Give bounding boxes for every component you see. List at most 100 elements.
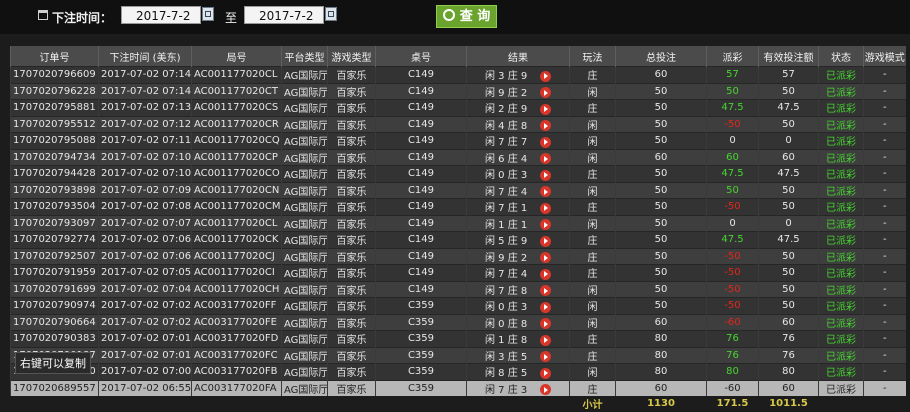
- column-header[interactable]: 平台类型: [281, 46, 328, 67]
- total-bet-cell: 50: [615, 247, 707, 265]
- play-icon[interactable]: [539, 351, 551, 363]
- bet-time-label: 下注时间：: [52, 11, 113, 25]
- from-date-picker-icon[interactable]: [202, 7, 214, 21]
- bet-time-cell: 2017-07-02 07:06: [98, 231, 192, 248]
- game-type-cell: 百家乐: [327, 280, 376, 298]
- table-row[interactable]: 1707020796228 2017-07-02 07:14 AC001177020…: [10, 82, 906, 100]
- order-id-cell: 1707020790383: [10, 330, 99, 347]
- column-header[interactable]: 总投注: [615, 46, 707, 67]
- table-row[interactable]: 1707020795881 2017-07-02 07:13 AC001177020…: [10, 99, 906, 116]
- status-cell: 已派彩: [818, 198, 864, 215]
- bet-time-cell: 2017-07-02 07:02: [98, 313, 192, 331]
- total-bet-cell: 50: [615, 231, 707, 248]
- bet-time-cell: 2017-07-02 07:04: [98, 280, 192, 298]
- play-icon[interactable]: [539, 367, 551, 379]
- table-row[interactable]: 1707020791699 2017-07-02 07:04 AC001177020…: [10, 280, 906, 298]
- table-row[interactable]: 1707020794734 2017-07-02 07:10 AC001177020…: [10, 148, 906, 166]
- table-number-cell: C149: [375, 66, 467, 83]
- round-id-cell: AC001177020CT: [191, 82, 282, 100]
- column-header[interactable]: 状态: [818, 46, 864, 67]
- table-row[interactable]: 1707020795512 2017-07-02 07:12 AC001177020…: [10, 115, 906, 133]
- play-icon[interactable]: [539, 268, 551, 280]
- order-id-cell: 1707020791699: [10, 280, 99, 298]
- play-icon[interactable]: [539, 384, 551, 396]
- platform-type-cell: AG国际厅: [281, 280, 328, 298]
- play-icon[interactable]: [539, 153, 551, 165]
- play-icon[interactable]: [539, 252, 551, 264]
- order-id-cell: 1707020689557: [10, 379, 99, 396]
- payout-cell: 47.5: [706, 165, 759, 182]
- platform-type-cell: AG国际厅: [281, 82, 328, 100]
- table-row[interactable]: 1707020792774 2017-07-02 07:06 AC001177020…: [10, 231, 906, 248]
- table-row[interactable]: 1707020793504 2017-07-02 07:08 AC001177020…: [10, 198, 906, 215]
- game-type-cell: 百家乐: [327, 132, 376, 149]
- round-id-cell: AC001177020CP: [191, 148, 282, 166]
- play-icon[interactable]: [539, 186, 551, 198]
- column-header[interactable]: 桌号: [375, 46, 467, 67]
- column-header[interactable]: 局号: [191, 46, 282, 67]
- platform-type-cell: AG国际厅: [281, 66, 328, 83]
- order-id-cell: 1707020792774: [10, 231, 99, 248]
- column-header[interactable]: 游戏类型: [327, 46, 376, 67]
- game-mode-cell: -: [863, 198, 906, 215]
- valid-bet-cell: 60: [758, 379, 819, 396]
- play-type-cell: 庄: [569, 264, 616, 281]
- table-row[interactable]: 1707020793898 2017-07-02 07:09 AC001177020…: [10, 181, 906, 199]
- table-row[interactable]: 1707020792507 2017-07-02 07:06 AC001177020…: [10, 247, 906, 265]
- column-header[interactable]: 派彩: [706, 46, 759, 67]
- order-id-cell: 1707020796609: [10, 66, 99, 83]
- play-icon[interactable]: [539, 136, 551, 148]
- column-header[interactable]: 订单号: [10, 46, 99, 67]
- play-icon[interactable]: [539, 318, 551, 330]
- table-row[interactable]: 1707020795088 2017-07-02 07:11 AC001177020…: [10, 132, 906, 149]
- table-number-cell: C149: [375, 181, 467, 199]
- table-number-cell: C149: [375, 280, 467, 298]
- to-date-input[interactable]: 2017-7-2: [244, 6, 324, 24]
- game-type-cell: 百家乐: [327, 99, 376, 116]
- status-cell: 已派彩: [818, 280, 864, 298]
- table-row[interactable]: 1707020794428 2017-07-02 07:10 AC001177020…: [10, 165, 906, 182]
- bet-time-cell: 2017-07-02 07:05: [98, 264, 192, 281]
- valid-bet-cell: 47.5: [758, 231, 819, 248]
- column-header[interactable]: 有效投注额: [758, 46, 819, 67]
- table-row[interactable]: 1707020790383 2017-07-02 07:01 AC003177020…: [10, 330, 906, 347]
- table-row[interactable]: 1707020796609 2017-07-02 07:14 AC001177020…: [10, 66, 906, 83]
- column-header[interactable]: 游戏模式: [863, 46, 906, 67]
- play-icon[interactable]: [539, 120, 551, 132]
- platform-type-cell: AG国际厅: [281, 181, 328, 199]
- play-icon[interactable]: [539, 103, 551, 115]
- play-icon[interactable]: [539, 285, 551, 297]
- play-type-cell: 庄: [569, 99, 616, 116]
- from-date-input[interactable]: 2017-7-2: [121, 6, 201, 24]
- play-icon[interactable]: [539, 169, 551, 181]
- play-icon[interactable]: [539, 70, 551, 82]
- play-icon[interactable]: [539, 334, 551, 346]
- play-icon[interactable]: [539, 202, 551, 214]
- play-icon[interactable]: [539, 87, 551, 99]
- query-button[interactable]: 查 询: [436, 5, 497, 28]
- payout-cell: 0: [706, 132, 759, 149]
- play-icon[interactable]: [539, 301, 551, 313]
- result-text: 闲 0 庄 3: [485, 170, 528, 182]
- play-icon[interactable]: [539, 235, 551, 247]
- result-cell: 闲 0 庄 8: [466, 313, 570, 331]
- table-row[interactable]: 17070207899602017-07-02 07:00AC003177020…: [10, 363, 906, 380]
- column-header[interactable]: 玩法: [569, 46, 616, 67]
- game-type-cell: 百家乐: [327, 363, 376, 380]
- to-date-picker-icon[interactable]: [325, 7, 337, 21]
- valid-bet-cell: 50: [758, 181, 819, 199]
- column-header[interactable]: 下注时间 (美东): [98, 46, 192, 67]
- table-row[interactable]: 17070207901872017-07-02 07:01AC003177020…: [10, 346, 906, 364]
- game-mode-cell: -: [863, 363, 906, 380]
- table-row[interactable]: 1707020791959 2017-07-02 07:05 AC001177020…: [10, 264, 906, 281]
- order-id-cell: 1707020795088: [10, 132, 99, 149]
- table-row[interactable]: 1707020790974 2017-07-02 07:02 AC003177020…: [10, 297, 906, 314]
- subtotal-valid: 1011.5: [758, 396, 819, 411]
- table-row[interactable]: 1707020793097 2017-07-02 07:07 AC001177020…: [10, 214, 906, 232]
- table-row[interactable]: 1707020790664 2017-07-02 07:02 AC003177020…: [10, 313, 906, 331]
- valid-bet-cell: 76: [758, 346, 819, 364]
- total-bet-cell: 50: [615, 214, 707, 232]
- table-row[interactable]: 1707020689557 2017-07-02 06:55 AC003177020…: [10, 379, 906, 396]
- column-header[interactable]: 结果: [466, 46, 570, 67]
- play-icon[interactable]: [539, 219, 551, 231]
